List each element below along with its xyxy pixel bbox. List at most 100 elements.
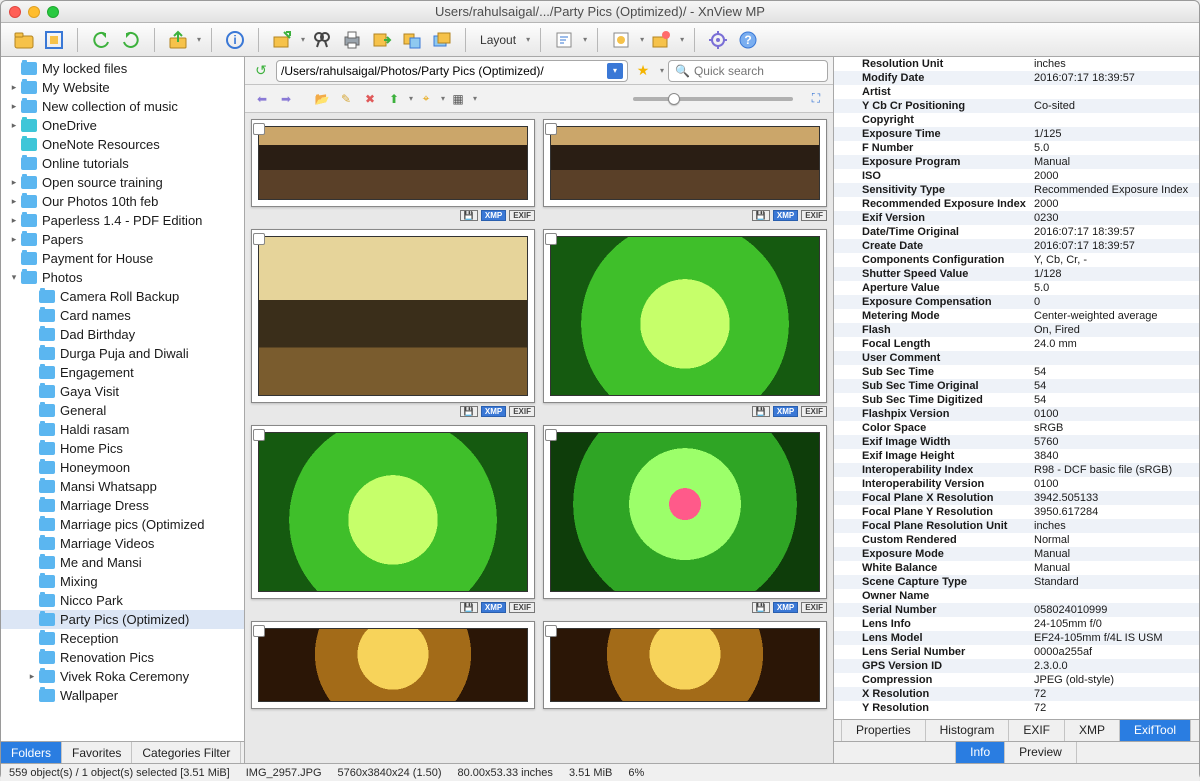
tree-item[interactable]: General [1,401,244,420]
batch-button[interactable] [429,27,455,53]
maximize-view-icon[interactable]: ⛶ [805,88,827,110]
thumbnail-item[interactable]: 💾XMPEXIF [251,425,535,613]
dropdown-icon[interactable]: ▾ [473,94,477,103]
tree-item[interactable]: Home Pics [1,439,244,458]
quick-search-input[interactable] [694,64,849,78]
disclosure-icon[interactable]: ▸ [7,177,21,188]
tree-item[interactable]: Mansi Whatsapp [1,477,244,496]
meta-row[interactable]: Resolution Unitinches [834,57,1199,71]
exif-table[interactable]: Resolution UnitinchesModify Date2016:07:… [834,57,1199,719]
tree-item[interactable]: Renovation Pics [1,648,244,667]
tag-folder-button[interactable] [648,27,674,53]
meta-row[interactable]: ISO2000 [834,169,1199,183]
view-mode-icon[interactable]: ▦ [447,88,469,110]
meta-row[interactable]: Scene Capture TypeStandard [834,575,1199,589]
thumbnail-item[interactable] [251,621,535,712]
filter-icon[interactable]: ⌖ [415,88,437,110]
thumbnail-grid[interactable]: 💾XMPEXIF💾XMPEXIF💾XMPEXIF💾XMPEXIF💾XMPEXIF… [245,113,833,763]
thumbnail-item[interactable]: 💾XMPEXIF [251,119,535,221]
meta-row[interactable]: Aperture Value5.0 [834,281,1199,295]
meta-row[interactable]: Lens Info24-105mm f/0 [834,617,1199,631]
path-input[interactable] [281,64,607,78]
help-button[interactable]: ? [735,27,761,53]
meta-row[interactable]: Owner Name [834,589,1199,603]
tree-item[interactable]: Me and Mansi [1,553,244,572]
meta-row[interactable]: Custom RenderedNormal [834,533,1199,547]
thumbnail-item[interactable]: 💾XMPEXIF [543,425,827,613]
tree-item[interactable]: OneNote Resources [1,135,244,154]
tree-item[interactable]: ▸OneDrive [1,116,244,135]
meta-row[interactable]: Exposure ProgramManual [834,155,1199,169]
meta-row[interactable]: Focal Plane Y Resolution3950.617284 [834,505,1199,519]
sort-button[interactable] [551,27,577,53]
redo-button[interactable] [118,27,144,53]
meta-row[interactable]: Flashpix Version0100 [834,407,1199,421]
meta-row[interactable]: Focal Length24.0 mm [834,337,1199,351]
disclosure-icon[interactable]: ▸ [7,196,21,207]
dropdown-icon[interactable]: ▾ [680,35,684,44]
tree-item[interactable]: Haldi rasam [1,420,244,439]
close-window-button[interactable] [9,6,21,18]
sidebar-tab-favorites[interactable]: Favorites [62,742,132,763]
disclosure-icon[interactable]: ▸ [25,671,39,682]
tree-item[interactable]: ▸Papers [1,230,244,249]
path-dropdown-icon[interactable]: ▾ [607,63,623,79]
meta-row[interactable]: Copyright [834,113,1199,127]
settings-button[interactable] [705,27,731,53]
tree-item[interactable]: Marriage pics (Optimized [1,515,244,534]
path-input-wrap[interactable]: ▾ [276,60,628,82]
thumbnail-checkbox[interactable] [545,123,557,135]
thumbnail-checkbox[interactable] [545,429,557,441]
panel-tab-info[interactable]: Info [955,742,1005,763]
tree-item[interactable]: ▸My Website [1,78,244,97]
tree-item[interactable]: Dad Birthday [1,325,244,344]
tree-item[interactable]: Mixing [1,572,244,591]
meta-row[interactable]: Lens Serial Number0000a255af [834,645,1199,659]
tree-item[interactable]: ▸New collection of music [1,97,244,116]
meta-row[interactable]: Sensitivity TypeRecommended Exposure Ind… [834,183,1199,197]
meta-tab-xmp[interactable]: XMP [1064,720,1120,741]
thumbnail-item[interactable]: 💾XMPEXIF [543,119,827,221]
thumbnail-checkbox[interactable] [253,233,265,245]
tree-item[interactable]: ▾Photos [1,268,244,287]
meta-row[interactable]: X Resolution72 [834,687,1199,701]
meta-tab-properties[interactable]: Properties [841,720,926,741]
tree-item[interactable]: Wallpaper [1,686,244,705]
up-icon[interactable]: ⬆ [383,88,405,110]
meta-tab-histogram[interactable]: Histogram [925,720,1010,741]
sidebar-tab-folders[interactable]: Folders [1,742,62,763]
panel-tab-preview[interactable]: Preview [1004,742,1077,763]
meta-row[interactable]: Sub Sec Time Digitized54 [834,393,1199,407]
meta-row[interactable]: Shutter Speed Value1/128 [834,267,1199,281]
meta-row[interactable]: Focal Plane X Resolution3942.505133 [834,491,1199,505]
disclosure-icon[interactable]: ▸ [7,215,21,226]
thumbnail-checkbox[interactable] [253,625,265,637]
meta-row[interactable]: Interoperability IndexR98 - DCF basic fi… [834,463,1199,477]
search-button[interactable] [309,27,335,53]
meta-row[interactable]: Components ConfigurationY, Cb, Cr, - [834,253,1199,267]
disclosure-icon[interactable]: ▸ [7,234,21,245]
tree-item[interactable]: Gaya Visit [1,382,244,401]
minimize-window-button[interactable] [28,6,40,18]
meta-row[interactable]: Exposure Compensation0 [834,295,1199,309]
tree-item[interactable]: Marriage Dress [1,496,244,515]
meta-row[interactable]: Focal Plane Resolution Unitinches [834,519,1199,533]
thumbnail-size-slider[interactable] [633,97,793,101]
meta-row[interactable]: Exif Image Width5760 [834,435,1199,449]
thumbnail-item[interactable]: 💾XMPEXIF [251,229,535,417]
disclosure-icon[interactable]: ▸ [7,120,21,131]
meta-row[interactable]: Metering ModeCenter-weighted average [834,309,1199,323]
meta-row[interactable]: Recommended Exposure Index2000 [834,197,1199,211]
tree-item[interactable]: ▸Paperless 1.4 - PDF Edition [1,211,244,230]
tree-item[interactable]: Durga Puja and Diwali [1,344,244,363]
disclosure-icon[interactable]: ▾ [7,272,21,283]
thumbnail-item[interactable]: 💾XMPEXIF [543,229,827,417]
dropdown-icon[interactable]: ▾ [441,94,445,103]
meta-row[interactable]: Serial Number058024010999 [834,603,1199,617]
disclosure-icon[interactable]: ▸ [7,82,21,93]
thumbnail-checkbox[interactable] [253,429,265,441]
dropdown-icon[interactable]: ▾ [660,66,664,75]
tree-item[interactable]: ▸Open source training [1,173,244,192]
undo-button[interactable] [88,27,114,53]
dropdown-icon[interactable]: ▾ [640,35,644,44]
